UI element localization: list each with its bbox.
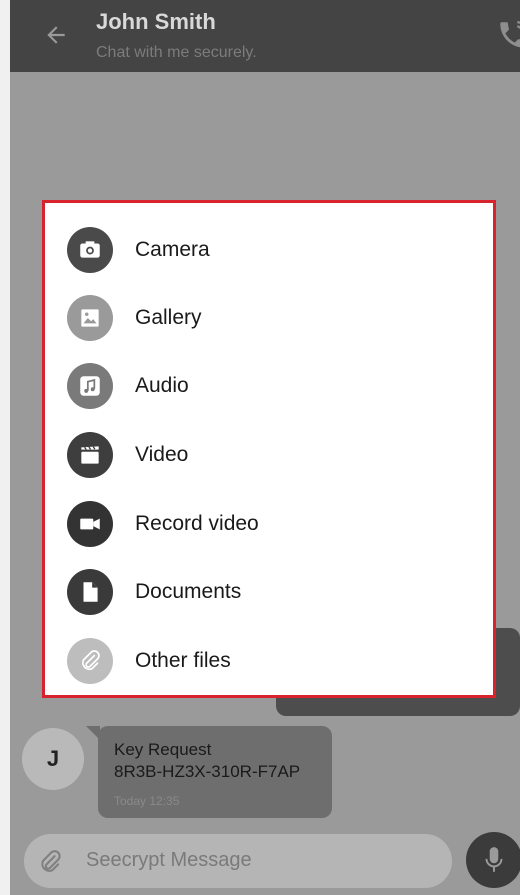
avatar[interactable]: J [22,728,84,790]
menu-item-record-video[interactable]: Record video [45,493,493,553]
menu-item-camera[interactable]: Camera [45,219,493,279]
other-files-icon [67,638,113,684]
video-icon [67,432,113,478]
menu-item-label: Record video [135,512,259,535]
menu-item-video[interactable]: Video [45,424,493,484]
menu-item-label: Other files [135,649,231,672]
message-timestamp: Today 12:35 [114,794,180,808]
menu-item-label: Video [135,443,189,466]
documents-icon [67,569,113,615]
mic-button[interactable] [466,832,520,888]
menu-item-label: Documents [135,580,242,603]
back-arrow-icon[interactable] [43,22,69,48]
chat-header: John Smith Chat with me securely. [10,0,520,72]
secure-call-icon[interactable] [496,18,520,52]
record-video-icon [67,501,113,547]
menu-item-documents[interactable]: Documents [45,561,493,621]
menu-item-label: Audio [135,374,189,397]
message-key-code: 8R3B-HZ3X-310R-F7AP [114,762,301,781]
menu-item-gallery[interactable]: Gallery [45,287,493,347]
attachment-menu: Camera Gallery Audio Video Record video … [42,200,496,698]
audio-icon [67,363,113,409]
microphone-icon [485,847,503,872]
menu-item-label: Gallery [135,306,202,329]
contact-status: Chat with me securely. [96,44,257,61]
message-placeholder: Seecrypt Message [86,849,252,871]
menu-item-label: Camera [135,238,210,261]
menu-item-audio[interactable]: Audio [45,355,493,415]
gallery-icon [67,295,113,341]
screen-edge [0,0,10,895]
contact-name[interactable]: John Smith [96,9,216,35]
attach-icon[interactable] [36,848,64,876]
camera-icon [67,227,113,273]
menu-item-other-files[interactable]: Other files [45,630,493,690]
message-title: Key Request [114,740,212,759]
